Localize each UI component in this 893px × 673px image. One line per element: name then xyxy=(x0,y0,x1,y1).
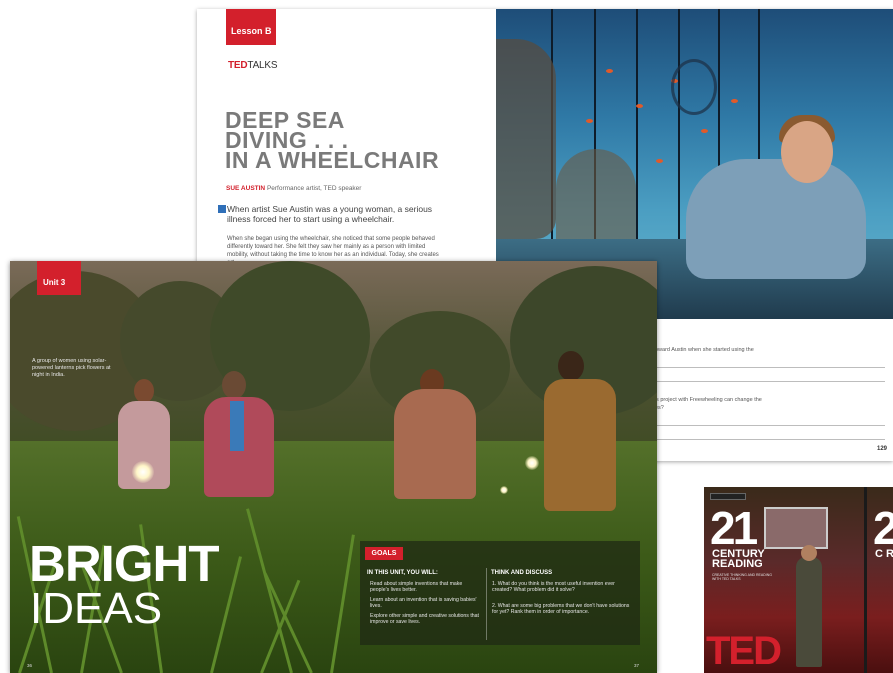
goals-label: GOALS xyxy=(365,547,403,560)
speaker-credit: SUE AUSTIN Performance artist, TED speak… xyxy=(226,185,361,192)
unit-3-spread: Unit 3 A group of women using solar-powe… xyxy=(10,261,657,673)
book-covers: 21 CENTURY READING CREATIVE THINKING AND… xyxy=(704,487,893,673)
answer-line xyxy=(655,425,885,426)
speaker-head xyxy=(801,545,817,561)
window-frame xyxy=(636,9,638,259)
think-discuss-heading: THINK AND DISCUSS xyxy=(491,570,553,576)
window-frame xyxy=(678,9,680,259)
coral-reef xyxy=(556,149,636,239)
fish xyxy=(586,119,593,123)
lesson-tab: Lesson B xyxy=(226,9,276,45)
solar-lantern xyxy=(132,461,154,483)
cover-number: 2 xyxy=(873,502,893,554)
question-1-text: oward Austin when she started using the xyxy=(655,347,754,353)
fish xyxy=(656,159,663,163)
page-number: 129 xyxy=(877,446,888,452)
unit-tab-label: Unit 3 xyxy=(43,278,66,287)
book-cover: 21 CENTURY READING CREATIVE THINKING AND… xyxy=(704,487,864,673)
answer-line xyxy=(655,439,885,440)
cover-title-partial: C RE xyxy=(875,548,893,560)
fish xyxy=(701,129,708,133)
fish xyxy=(731,99,738,103)
woman-figure xyxy=(686,159,866,279)
think-question: 2. What are some big problems that we do… xyxy=(492,603,630,616)
goals-divider xyxy=(486,568,487,640)
goal-item: Read about simple inventions that make p… xyxy=(370,581,463,594)
page-number-right: 37 xyxy=(634,663,640,668)
solar-lantern xyxy=(500,486,508,494)
woman-figure xyxy=(200,371,280,501)
speaker-name: SUE AUSTIN xyxy=(226,185,266,192)
intro-bullet-square xyxy=(218,205,226,213)
cover-number: 21 xyxy=(710,502,758,554)
fish xyxy=(636,104,643,108)
natgeo-logo xyxy=(710,493,746,500)
coral-reef xyxy=(496,39,556,239)
unit-title-ideas: IDEAS xyxy=(30,584,163,633)
stage-screen xyxy=(764,507,828,549)
intro-paragraph: When artist Sue Austin was a young woman… xyxy=(227,204,433,224)
book-cover: 2 C RE xyxy=(867,487,893,673)
goals-heading: IN THIS UNIT, YOU WILL: xyxy=(367,570,438,576)
solar-lantern xyxy=(525,456,539,470)
unit-title-bright: BRIGHT xyxy=(29,535,219,592)
goal-item: Explore other simple and creative soluti… xyxy=(370,613,479,626)
cover-subtitle: CREATIVE THINKING AND READING WITH TED T… xyxy=(712,573,772,581)
think-question: 1. What do you think is the most useful … xyxy=(492,581,615,594)
cover-title: CENTURY READING xyxy=(712,548,765,570)
lesson-tab-label: Lesson B xyxy=(231,26,272,36)
ted-logo-text: TED xyxy=(228,60,248,71)
talks-logo-text: TALKS xyxy=(247,60,278,71)
woman-figure xyxy=(390,369,480,499)
unit-tab: Unit 3 xyxy=(37,261,81,295)
woman-figure xyxy=(540,351,620,511)
article-title: DEEP SEA DIVING . . . IN A WHEELCHAIR xyxy=(225,109,495,173)
speaker-figure xyxy=(796,557,822,667)
woman-face xyxy=(781,121,833,183)
question-2-text: 's project with Freewheeling can change … xyxy=(655,397,762,403)
page-number-left: 36 xyxy=(27,663,33,668)
tedtalks-logo: TEDTALKS xyxy=(228,60,278,71)
title-line-3: IN A WHEELCHAIR xyxy=(225,147,440,173)
ted-cover-logo: TED xyxy=(706,629,782,673)
speaker-role: Performance artist, TED speaker xyxy=(266,185,362,192)
underwater-wheelchair xyxy=(671,59,717,115)
answer-line xyxy=(655,381,885,382)
goal-item: Learn about an invention that is saving … xyxy=(370,597,477,610)
fish xyxy=(606,69,613,73)
answer-line xyxy=(655,367,885,368)
photo-caption: A group of women using solar-powered lan… xyxy=(32,358,111,378)
